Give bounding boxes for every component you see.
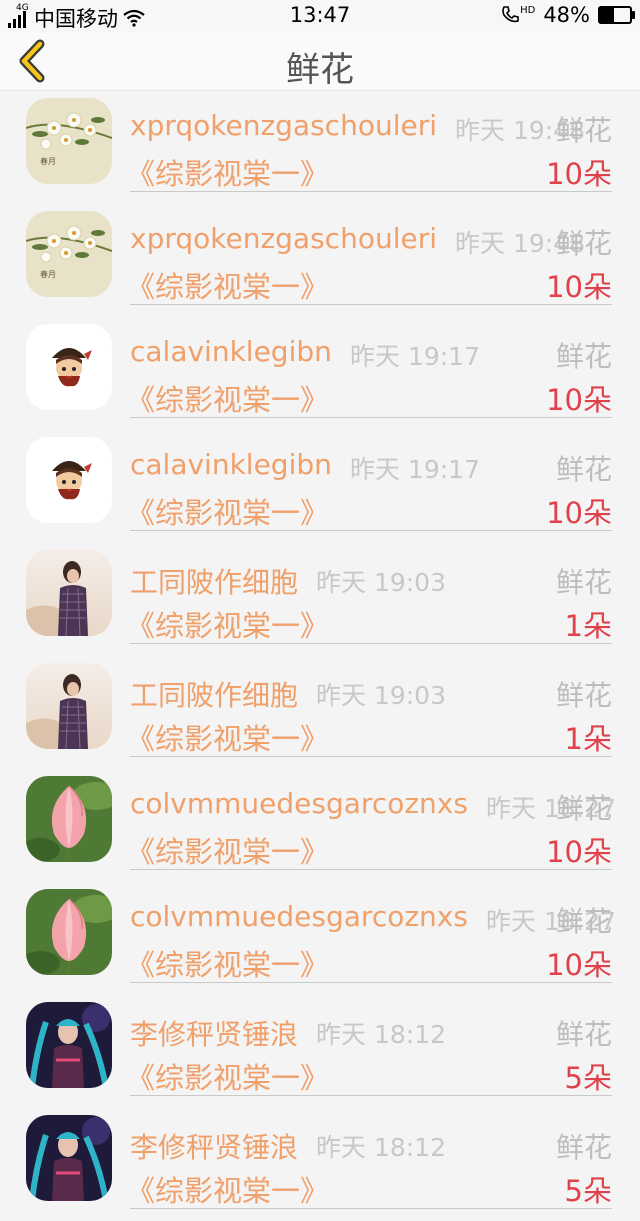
divider	[130, 1095, 612, 1096]
avatar[interactable]	[26, 1115, 112, 1201]
avatar[interactable]	[26, 776, 112, 862]
sender-name[interactable]: calavinklegibn	[130, 335, 332, 368]
list-item[interactable]: 李修秤贤锤浪 昨天 18:12 鲜花 《综影视棠一》 5朵	[0, 995, 640, 1108]
book-title[interactable]: 《综影视棠一》	[126, 716, 329, 758]
gift-count: 1朵	[564, 722, 612, 756]
gift-type: 鲜花	[555, 227, 612, 260]
hd-call-icon: HD	[500, 5, 535, 25]
divider	[130, 756, 612, 757]
gift-count: 5朵	[564, 1174, 612, 1208]
gift-type: 鲜花	[555, 453, 612, 486]
avatar[interactable]	[26, 324, 112, 410]
avatar[interactable]	[26, 663, 112, 749]
avatar[interactable]	[26, 1002, 112, 1088]
page-title: 鲜花	[286, 50, 354, 90]
list-item[interactable]: colvmmuedesgarcoznxs 昨天 18:27 鲜花 《综影视棠一》…	[0, 882, 640, 995]
status-right: HD 48%	[500, 3, 635, 27]
book-title[interactable]: 《综影视棠一》	[126, 1168, 329, 1210]
avatar[interactable]: 春月	[26, 211, 112, 297]
gift-type: 鲜花	[555, 1018, 612, 1051]
status-bar: 4G 中国移动 13:47 HD 48%	[0, 0, 640, 32]
gift-time: 昨天 19:03	[316, 681, 446, 710]
avatar[interactable]: 春月	[26, 98, 112, 184]
gift-type: 鲜花	[555, 679, 612, 712]
divider	[130, 982, 612, 983]
gift-time: 昨天 19:17	[350, 455, 480, 484]
list-item[interactable]: calavinklegibn 昨天 19:17 鲜花 《综影视棠一》 10朵	[0, 317, 640, 430]
book-title[interactable]: 《综影视棠一》	[126, 603, 329, 645]
divider	[130, 304, 612, 305]
sender-name[interactable]: xprqokenzgaschouleri	[130, 109, 437, 142]
book-title[interactable]: 《综影视棠一》	[126, 151, 329, 193]
book-title[interactable]: 《综影视棠一》	[126, 264, 329, 306]
avatar[interactable]	[26, 550, 112, 636]
book-title[interactable]: 《综影视棠一》	[126, 1055, 329, 1097]
list-item[interactable]: 春月 xprqokenzgaschouleri 昨天 19:48 鲜花 《综影视…	[0, 91, 640, 204]
gift-count: 10朵	[546, 496, 612, 530]
svg-text:春月: 春月	[40, 156, 56, 166]
gift-type: 鲜花	[555, 566, 612, 599]
book-title[interactable]: 《综影视棠一》	[126, 377, 329, 419]
gift-time: 昨天 19:17	[350, 342, 480, 371]
gift-type: 鲜花	[555, 792, 612, 825]
divider	[130, 869, 612, 870]
sender-name[interactable]: 工同陂作细胞	[130, 674, 298, 714]
battery-level	[600, 8, 615, 22]
flower-gift-list: 春月 xprqokenzgaschouleri 昨天 19:48 鲜花 《综影视…	[0, 91, 640, 1221]
list-item[interactable]: 春月 xprqokenzgaschouleri 昨天 19:48 鲜花 《综影视…	[0, 204, 640, 317]
sender-name[interactable]: 李修秤贤锤浪	[130, 1013, 298, 1053]
list-item[interactable]: 李修秤贤锤浪 昨天 18:12 鲜花 《综影视棠一》 5朵	[0, 1108, 640, 1221]
gift-count: 5朵	[564, 1061, 612, 1095]
list-item[interactable]: 工同陂作细胞 昨天 19:03 鲜花 《综影视棠一》 1朵	[0, 656, 640, 769]
gift-time: 昨天 18:12	[316, 1020, 446, 1049]
divider	[130, 643, 612, 644]
gift-time: 昨天 18:12	[316, 1133, 446, 1162]
gift-count: 10朵	[546, 948, 612, 982]
book-title[interactable]: 《综影视棠一》	[126, 829, 329, 871]
battery-percent: 48%	[543, 3, 590, 27]
gift-count: 10朵	[546, 383, 612, 417]
gift-count: 1朵	[564, 609, 612, 643]
list-item[interactable]: calavinklegibn 昨天 19:17 鲜花 《综影视棠一》 10朵	[0, 430, 640, 543]
sender-name[interactable]: 工同陂作细胞	[130, 561, 298, 601]
svg-text:春月: 春月	[40, 269, 56, 279]
sender-name[interactable]: colvmmuedesgarcoznxs	[130, 787, 468, 820]
gift-count: 10朵	[546, 835, 612, 869]
avatar[interactable]	[26, 437, 112, 523]
book-title[interactable]: 《综影视棠一》	[126, 942, 329, 984]
gift-type: 鲜花	[555, 114, 612, 147]
avatar[interactable]	[26, 889, 112, 975]
divider	[130, 417, 612, 418]
list-item[interactable]: colvmmuedesgarcoznxs 昨天 18:27 鲜花 《综影视棠一》…	[0, 769, 640, 882]
sender-name[interactable]: colvmmuedesgarcoznxs	[130, 900, 468, 933]
gift-count: 10朵	[546, 157, 612, 191]
sender-name[interactable]: xprqokenzgaschouleri	[130, 222, 437, 255]
gift-type: 鲜花	[555, 1131, 612, 1164]
hd-label: HD	[520, 5, 536, 16]
sender-name[interactable]: 李修秤贤锤浪	[130, 1126, 298, 1166]
sender-name[interactable]: calavinklegibn	[130, 448, 332, 481]
nav-bar: 鲜花	[0, 32, 640, 91]
gift-type: 鲜花	[555, 340, 612, 373]
divider	[130, 191, 612, 192]
gift-count: 10朵	[546, 270, 612, 304]
gift-type: 鲜花	[555, 905, 612, 938]
battery-icon	[598, 6, 635, 24]
list-item[interactable]: 工同陂作细胞 昨天 19:03 鲜花 《综影视棠一》 1朵	[0, 543, 640, 656]
divider	[130, 530, 612, 531]
divider	[130, 1208, 612, 1209]
book-title[interactable]: 《综影视棠一》	[126, 490, 329, 532]
gift-time: 昨天 19:03	[316, 568, 446, 597]
